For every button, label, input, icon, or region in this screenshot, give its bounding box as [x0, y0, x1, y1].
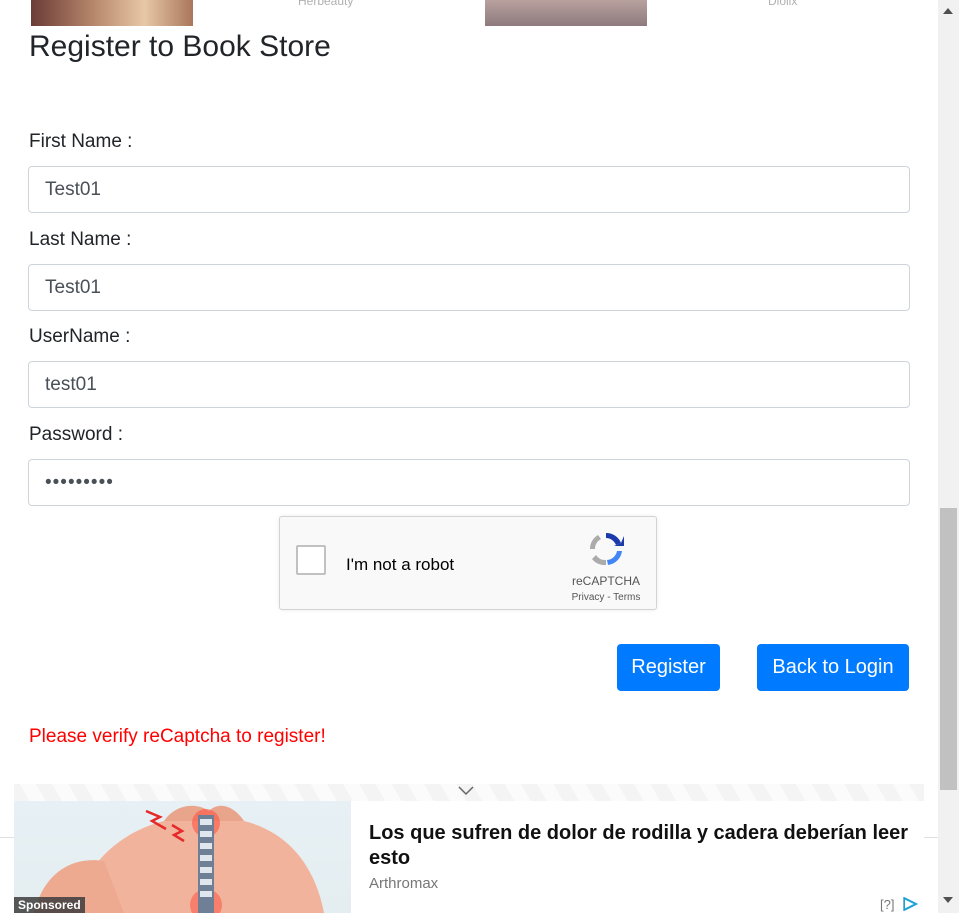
vertical-scrollbar[interactable]	[938, 0, 959, 913]
back-to-login-button[interactable]: Back to Login	[757, 644, 909, 691]
last-name-input[interactable]	[28, 264, 910, 311]
first-name-input[interactable]	[28, 166, 910, 213]
ad-source[interactable]: Arthromax	[369, 875, 438, 892]
page-title: Register to Book Store	[29, 30, 331, 63]
ad-image[interactable]: Sponsored	[14, 801, 351, 913]
first-name-label: First Name :	[29, 131, 133, 152]
divider	[0, 837, 14, 838]
ad-thumbnail[interactable]	[485, 0, 647, 26]
ad-headline[interactable]: Los que sufren de dolor de rodilla y cad…	[369, 821, 919, 871]
error-message: Please verify reCaptcha to register!	[29, 726, 326, 747]
username-label: UserName :	[29, 326, 131, 347]
recaptcha-label: I'm not a robot	[346, 555, 455, 574]
recaptcha-privacy-terms[interactable]: Privacy - Terms	[564, 592, 648, 603]
username-input[interactable]	[28, 361, 910, 408]
ad-info-link[interactable]: [?]	[880, 897, 894, 912]
sponsored-badge: Sponsored	[14, 897, 85, 913]
password-label: Password :	[29, 424, 123, 445]
scroll-up-arrow-icon[interactable]	[943, 8, 953, 14]
last-name-label: Last Name :	[29, 229, 132, 250]
ad-source-label[interactable]: Herbeauty	[298, 0, 353, 8]
recaptcha-checkbox[interactable]	[296, 545, 326, 575]
top-ad-strip: Herbeauty Dlolix	[0, 0, 940, 26]
ad-source-label[interactable]: Dlolix	[768, 0, 797, 8]
scrollbar-thumb[interactable]	[940, 508, 957, 790]
password-input[interactable]	[28, 459, 910, 506]
register-button[interactable]: Register	[617, 644, 720, 691]
recaptcha-brand: reCAPTCHA	[571, 574, 640, 588]
scroll-down-arrow-icon[interactable]	[943, 897, 953, 903]
chevron-down-icon[interactable]	[458, 786, 474, 796]
sponsored-ad[interactable]: Sponsored Los que sufren de dolor de rod…	[14, 801, 924, 913]
recaptcha-logo-icon	[589, 532, 624, 566]
adchoices-icon[interactable]	[903, 897, 919, 911]
recaptcha-widget: I'm not a robot reCAPTCHA Privacy - Term…	[279, 516, 657, 610]
divider	[924, 837, 938, 838]
ad-thumbnail[interactable]	[31, 0, 193, 26]
